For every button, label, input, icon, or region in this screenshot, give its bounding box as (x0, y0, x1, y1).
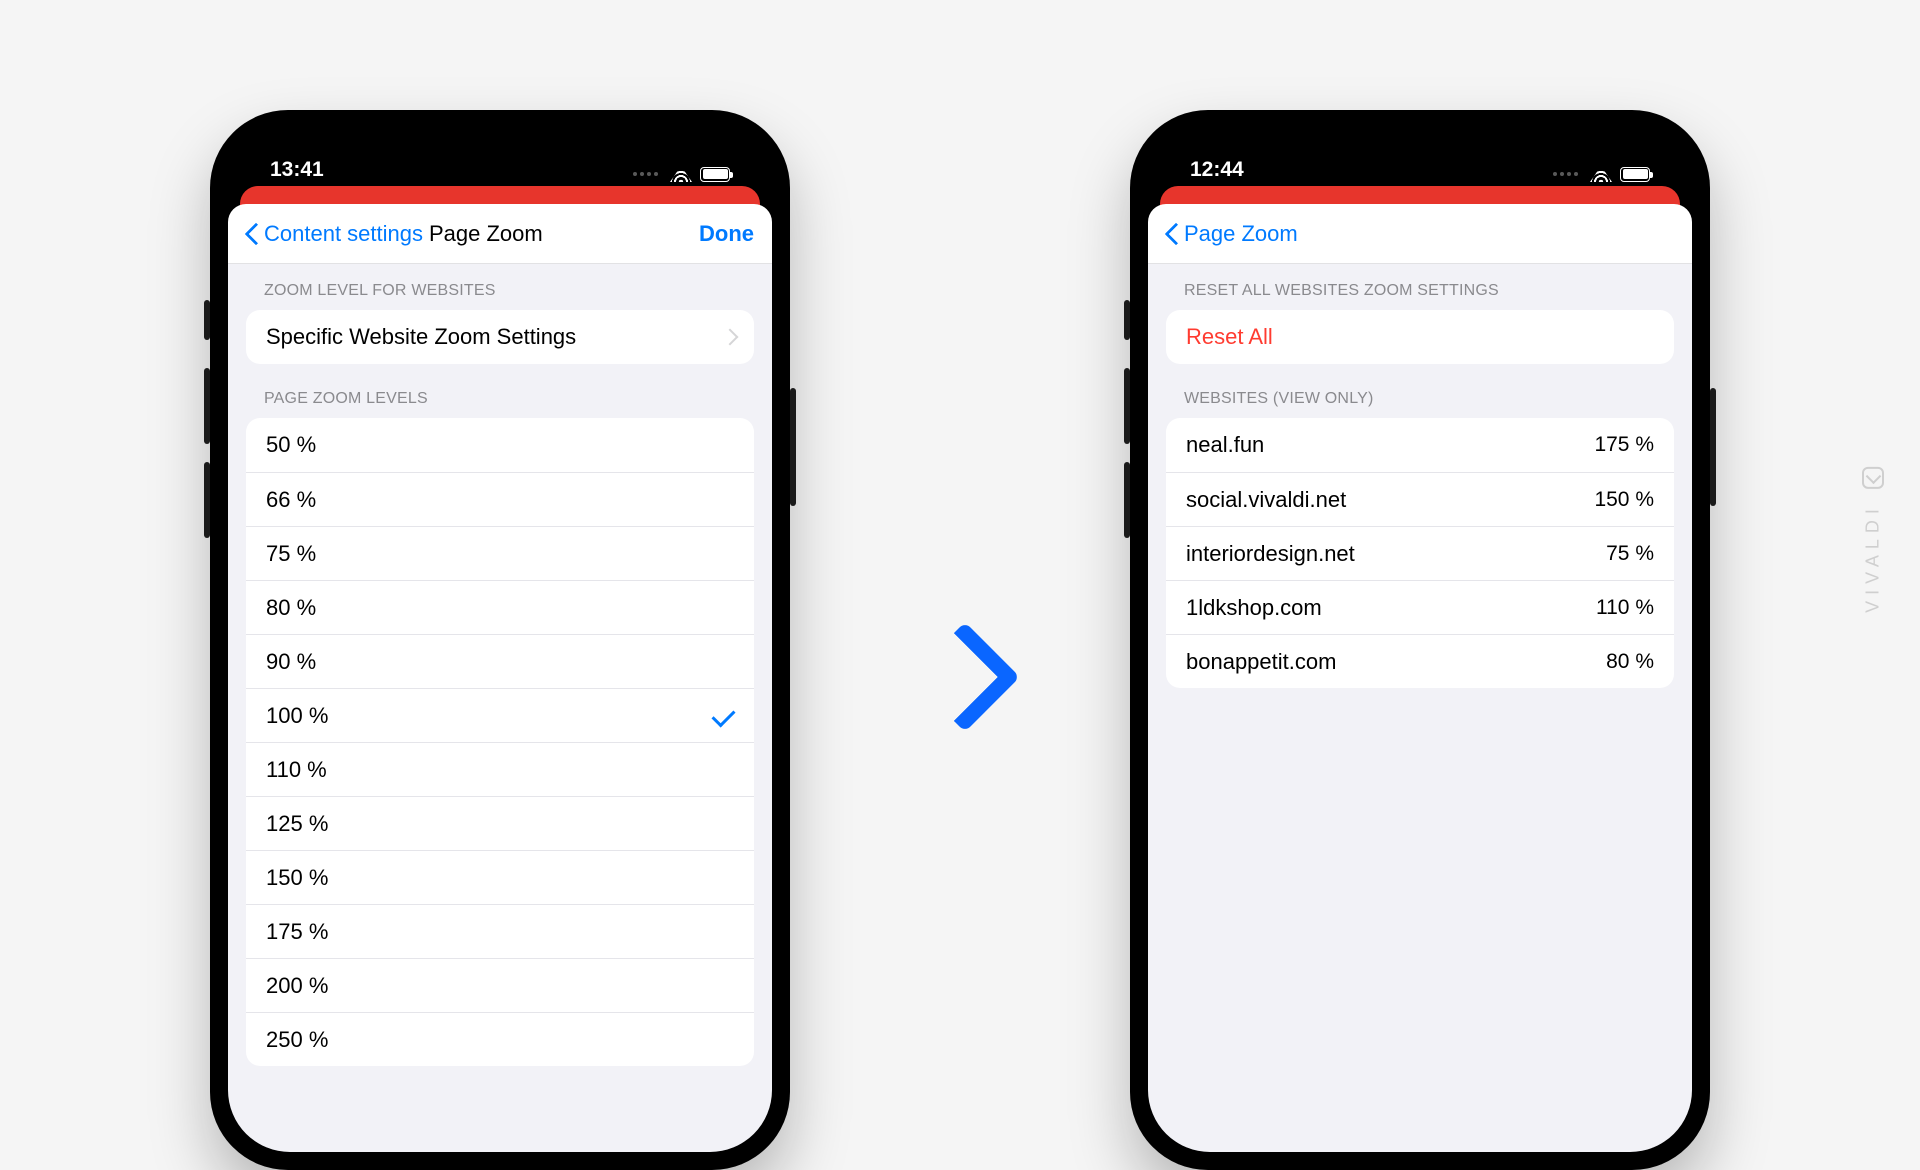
zoom-level-row[interactable]: 250 % (246, 1012, 754, 1066)
status-time: 12:44 (1190, 158, 1244, 182)
wifi-icon (670, 166, 692, 182)
page-title: Page Zoom (429, 221, 543, 247)
vivaldi-logo-icon (1862, 467, 1884, 489)
zoom-level-row[interactable]: 100 % (246, 688, 754, 742)
chevron-right-icon (724, 328, 734, 346)
zoom-level-row[interactable]: 50 % (246, 418, 754, 472)
zoom-level-row[interactable]: 175 % (246, 904, 754, 958)
back-button[interactable]: Content settings (246, 221, 423, 247)
row-label: 50 % (266, 432, 734, 458)
website-zoom-value: 150 % (1594, 488, 1654, 512)
website-host: bonappetit.com (1186, 649, 1606, 675)
back-label: Content settings (264, 221, 423, 247)
cellular-icon (1553, 172, 1578, 176)
back-button[interactable]: Page Zoom (1166, 221, 1298, 247)
arrow-right-icon (920, 610, 1000, 740)
row-label: 150 % (266, 865, 734, 891)
row-label: Reset All (1186, 324, 1273, 350)
website-zoom-row: bonappetit.com80 % (1166, 634, 1674, 688)
section-header: ZOOM LEVEL FOR WEBSITES (228, 264, 772, 310)
zoom-level-row[interactable]: 66 % (246, 472, 754, 526)
website-host: neal.fun (1186, 432, 1594, 458)
row-label: 66 % (266, 487, 734, 513)
specific-website-zoom-row[interactable]: Specific Website Zoom Settings (246, 310, 754, 364)
vivaldi-watermark: VIVALDI (1862, 467, 1884, 613)
row-label: Specific Website Zoom Settings (266, 324, 714, 350)
status-bar: 13:41 (228, 128, 772, 186)
battery-icon (700, 167, 730, 182)
section-header: WEBSITES (VIEW ONLY) (1148, 364, 1692, 418)
section-header: PAGE ZOOM LEVELS (228, 364, 772, 418)
status-time: 13:41 (270, 158, 324, 182)
row-label: 125 % (266, 811, 734, 837)
website-zoom-row: interiordesign.net75 % (1166, 526, 1674, 580)
cellular-icon (633, 172, 658, 176)
zoom-level-row[interactable]: 110 % (246, 742, 754, 796)
website-zoom-value: 110 % (1596, 596, 1654, 620)
zoom-level-row[interactable]: 75 % (246, 526, 754, 580)
phone-left: 13:41 Content settings Page Zoom Done ZO… (210, 110, 790, 1170)
zoom-level-row[interactable]: 200 % (246, 958, 754, 1012)
zoom-level-row[interactable]: 90 % (246, 634, 754, 688)
row-label: 90 % (266, 649, 734, 675)
website-zoom-value: 75 % (1606, 542, 1654, 566)
wifi-icon (1590, 166, 1612, 182)
chevron-left-icon (246, 222, 260, 246)
row-label: 200 % (266, 973, 734, 999)
battery-icon (1620, 167, 1650, 182)
zoom-level-row[interactable]: 125 % (246, 796, 754, 850)
row-label: 80 % (266, 595, 734, 621)
website-host: social.vivaldi.net (1186, 487, 1594, 513)
done-button[interactable]: Done (699, 221, 754, 247)
row-label: 75 % (266, 541, 734, 567)
zoom-level-row[interactable]: 80 % (246, 580, 754, 634)
row-label: 175 % (266, 919, 734, 945)
chevron-left-icon (1166, 222, 1180, 246)
row-label: 110 % (266, 757, 734, 783)
website-zoom-value: 175 % (1594, 433, 1654, 457)
back-label: Page Zoom (1184, 221, 1298, 247)
zoom-level-row[interactable]: 150 % (246, 850, 754, 904)
website-zoom-row: neal.fun175 % (1166, 418, 1674, 472)
website-zoom-row: 1ldkshop.com110 % (1166, 580, 1674, 634)
reset-all-button[interactable]: Reset All (1166, 310, 1674, 364)
nav-bar: Content settings Page Zoom Done (228, 204, 772, 264)
phone-right: 12:44 Page Zoom RESET ALL WEBSITES ZOOM … (1130, 110, 1710, 1170)
status-bar: 12:44 (1148, 128, 1692, 186)
website-zoom-row: social.vivaldi.net150 % (1166, 472, 1674, 526)
row-label: 100 % (266, 703, 713, 729)
website-zoom-value: 80 % (1606, 650, 1654, 674)
website-host: 1ldkshop.com (1186, 595, 1596, 621)
row-label: 250 % (266, 1027, 734, 1053)
nav-bar: Page Zoom (1148, 204, 1692, 264)
website-host: interiordesign.net (1186, 541, 1606, 567)
section-header: RESET ALL WEBSITES ZOOM SETTINGS (1148, 264, 1692, 310)
